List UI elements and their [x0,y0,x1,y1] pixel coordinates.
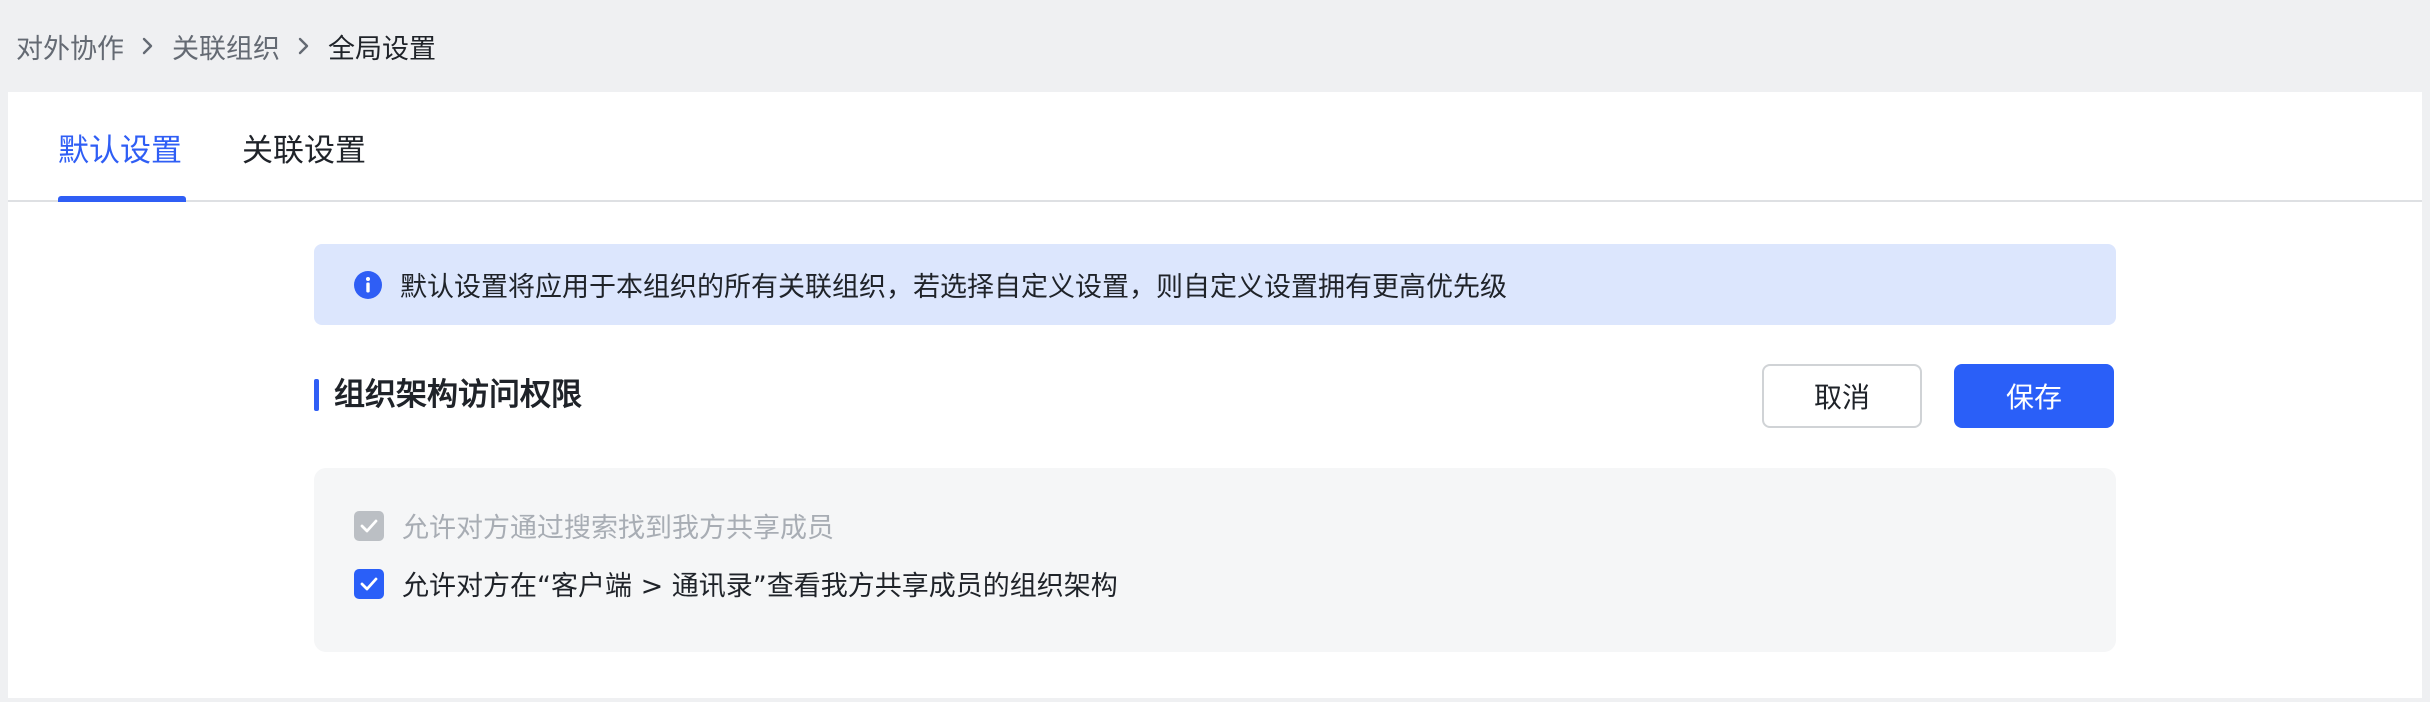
options-box: 允许对方通过搜索找到我方共享成员 允许对方在“客户端 > 通讯录”查看我方共享成… [314,468,2116,652]
chevron-right-icon [124,36,172,56]
save-button[interactable]: 保存 [1954,364,2114,428]
checkmark-icon [360,577,378,591]
checkbox-view-org-structure[interactable] [354,568,384,599]
breadcrumb-item-external-collab[interactable]: 对外协作 [16,27,124,66]
tab-linked-settings[interactable]: 关联设置 [242,92,366,202]
chevron-right-icon [280,36,328,56]
breadcrumb-item-linked-orgs[interactable]: 关联组织 [172,27,280,66]
option-label: 允许对方通过搜索找到我方共享成员 [402,513,834,544]
option-view-org-structure: 允许对方在“客户端 > 通讯录”查看我方共享成员的组织架构 [354,564,1118,603]
info-banner-text: 默认设置将应用于本组织的所有关联组织，若选择自定义设置，则自定义设置拥有更高优先… [400,272,1507,303]
option-label: 允许对方在“客户端 > 通讯录”查看我方共享成员的组织架构 [402,571,1118,602]
tab-default-settings[interactable]: 默认设置 [58,92,182,202]
info-icon [354,270,382,299]
settings-panel: 默认设置 关联设置 默认设置将应用于本组织的所有关联组织，若选择自定义设置，则自… [8,92,2422,698]
active-tab-indicator [58,196,186,202]
breadcrumb: 对外协作 关联组织 全局设置 [16,0,436,92]
cancel-button[interactable]: 取消 [1762,364,1922,428]
checkmark-icon [360,519,378,533]
checkbox-search-members[interactable] [354,510,384,541]
breadcrumb-item-global-settings: 全局设置 [328,33,436,65]
option-search-members: 允许对方通过搜索找到我方共享成员 [354,506,834,545]
section-title: 组织架构访问权限 [334,377,582,413]
tab-bar: 默认设置 关联设置 [8,92,2422,202]
info-banner: 默认设置将应用于本组织的所有关联组织，若选择自定义设置，则自定义设置拥有更高优先… [314,244,2116,325]
section-accent-bar [314,379,319,411]
